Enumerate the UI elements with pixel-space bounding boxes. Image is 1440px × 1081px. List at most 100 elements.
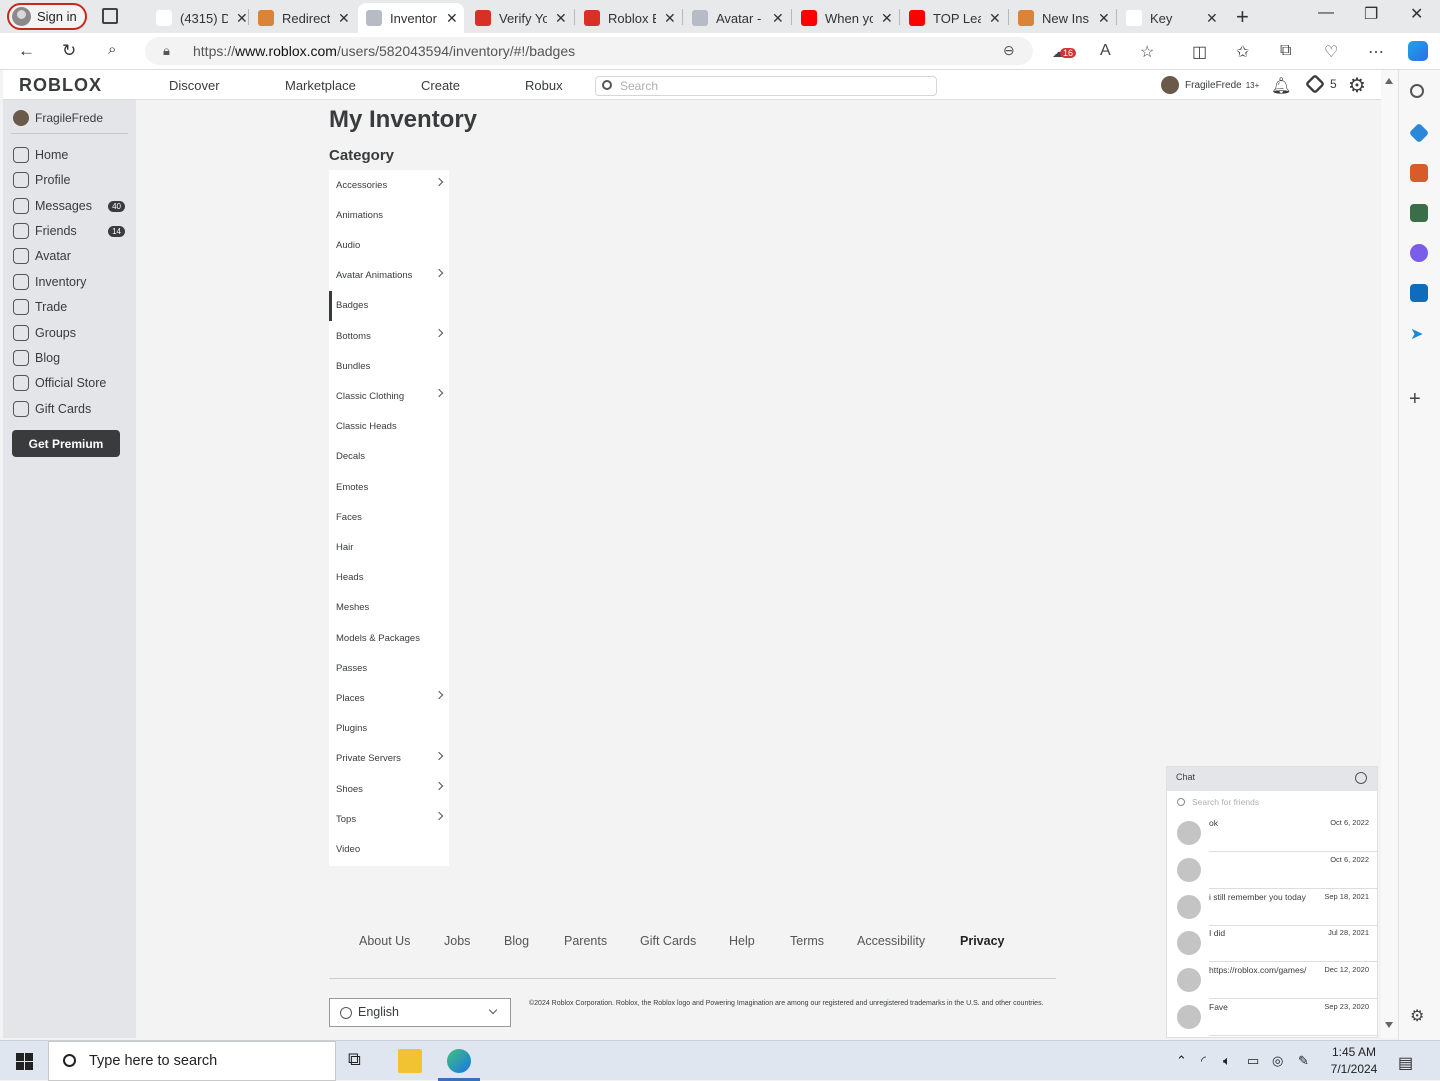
footer-link-accessibility[interactable]: Accessibility bbox=[857, 934, 925, 948]
nav-create[interactable]: Create bbox=[421, 78, 460, 93]
category-item[interactable]: Plugins bbox=[329, 714, 449, 744]
close-tab-icon[interactable]: ✕ bbox=[338, 10, 350, 27]
search-icon[interactable]: ⌕ bbox=[108, 41, 116, 58]
microsoft-365-icon[interactable] bbox=[1410, 244, 1428, 262]
read-aloud-icon[interactable]: A bbox=[1100, 42, 1111, 60]
category-item[interactable]: Audio bbox=[329, 230, 449, 260]
tools-briefcase-icon[interactable] bbox=[1410, 164, 1428, 182]
profile-signin-button[interactable]: Sign in bbox=[7, 3, 87, 30]
browser-tab[interactable]: (4315) D ✕ bbox=[148, 3, 254, 33]
category-item[interactable]: Passes bbox=[329, 653, 449, 683]
edge-browser-icon[interactable] bbox=[447, 1049, 471, 1073]
task-view-icon[interactable]: ⧉ bbox=[348, 1049, 372, 1073]
taskbar-search-input[interactable]: Type here to search bbox=[48, 1041, 336, 1081]
category-item[interactable]: Faces bbox=[329, 502, 449, 532]
games-icon[interactable] bbox=[1410, 204, 1428, 222]
sidebar-item-avatar[interactable]: Avatar bbox=[13, 248, 125, 264]
pen-icon[interactable]: ✎ bbox=[1298, 1053, 1309, 1069]
sidebar-item-home[interactable]: Home bbox=[13, 147, 125, 163]
clock[interactable]: 1:45 AM 7/1/2024 bbox=[1328, 1044, 1380, 1078]
browser-tab[interactable]: Inventor ✕ bbox=[358, 3, 464, 33]
favorites-icon[interactable]: ✩ bbox=[1236, 42, 1249, 62]
scroll-up-icon[interactable] bbox=[1385, 78, 1393, 84]
notifications-icon[interactable]: ▤ bbox=[1398, 1053, 1413, 1073]
category-item[interactable]: Heads bbox=[329, 563, 449, 593]
footer-link-parents[interactable]: Parents bbox=[564, 934, 607, 948]
sidebar-item-blog[interactable]: Blog bbox=[13, 350, 125, 366]
volume-icon[interactable]: 🔈︎ bbox=[1223, 1053, 1231, 1069]
split-screen-icon[interactable]: ◫ bbox=[1192, 42, 1207, 62]
category-item[interactable]: Classic Clothing bbox=[329, 381, 449, 411]
browser-tab[interactable]: When yo ✕ bbox=[793, 3, 899, 33]
send-icon[interactable]: ➤ bbox=[1410, 324, 1428, 343]
restore-button[interactable]: ❐ bbox=[1364, 4, 1378, 24]
category-item[interactable]: Bundles bbox=[329, 351, 449, 381]
page-scrollbar[interactable] bbox=[1381, 70, 1398, 1038]
refresh-icon[interactable]: ↻ bbox=[62, 41, 76, 61]
footer-link-blog[interactable]: Blog bbox=[504, 934, 529, 948]
network-icon[interactable]: ◜ bbox=[1201, 1053, 1206, 1069]
new-tab-button[interactable]: + bbox=[1236, 4, 1249, 30]
category-item[interactable]: Badges bbox=[329, 290, 449, 321]
close-window-button[interactable]: ✕ bbox=[1410, 4, 1423, 24]
nav-robux[interactable]: Robux bbox=[525, 78, 563, 93]
browser-essentials-icon[interactable]: ♡ bbox=[1324, 42, 1338, 62]
chat-settings-icon[interactable] bbox=[1355, 772, 1367, 784]
chat-search-input[interactable]: Search for friends bbox=[1177, 797, 1259, 807]
minimize-button[interactable]: — bbox=[1318, 4, 1334, 22]
sidebar-item-official-store[interactable]: Official Store bbox=[13, 375, 125, 391]
sidebar-item-friends[interactable]: Friends 14 bbox=[13, 223, 125, 239]
category-item[interactable]: Tops bbox=[329, 804, 449, 834]
scroll-down-icon[interactable] bbox=[1385, 1022, 1393, 1028]
category-item[interactable]: Video bbox=[329, 834, 449, 864]
robux-button[interactable]: 5 bbox=[1304, 73, 1337, 95]
close-tab-icon[interactable]: ✕ bbox=[446, 10, 458, 27]
sidebar-search-icon[interactable] bbox=[1410, 84, 1424, 98]
chat-conversation[interactable]: I did Jul 28, 2021 bbox=[1167, 925, 1377, 963]
close-tab-icon[interactable]: ✕ bbox=[555, 10, 567, 27]
chat-conversation[interactable]: Oct 6, 2022 bbox=[1167, 852, 1377, 889]
category-item[interactable]: Models & Packages bbox=[329, 623, 449, 653]
browser-tab[interactable]: New Ins ✕ bbox=[1010, 3, 1116, 33]
close-tab-icon[interactable]: ✕ bbox=[881, 10, 893, 27]
footer-link-gift-cards[interactable]: Gift Cards bbox=[640, 934, 696, 948]
close-tab-icon[interactable]: ✕ bbox=[772, 10, 784, 27]
close-tab-icon[interactable]: ✕ bbox=[1098, 10, 1110, 27]
language-select[interactable]: English bbox=[329, 998, 511, 1027]
get-premium-button[interactable]: Get Premium bbox=[12, 430, 120, 457]
chat-conversation[interactable]: i still remember you today Sep 18, 2021 bbox=[1167, 889, 1377, 926]
category-item[interactable]: Emotes bbox=[329, 472, 449, 502]
sidebar-item-messages[interactable]: Messages 40 bbox=[13, 198, 125, 214]
footer-link-privacy[interactable]: Privacy bbox=[960, 934, 1004, 948]
sidebar-item-trade[interactable]: Trade bbox=[13, 299, 125, 315]
sidebar-item-inventory[interactable]: Inventory bbox=[13, 274, 125, 290]
category-item[interactable]: Animations bbox=[329, 200, 449, 230]
category-item[interactable]: Private Servers bbox=[329, 744, 449, 774]
search-input[interactable]: Search bbox=[595, 76, 937, 96]
category-item[interactable]: Decals bbox=[329, 442, 449, 472]
nav-discover[interactable]: Discover bbox=[169, 78, 220, 93]
footer-link-terms[interactable]: Terms bbox=[790, 934, 824, 948]
close-tab-icon[interactable]: ✕ bbox=[989, 10, 1001, 27]
header-user[interactable]: FragileFrede 13+ bbox=[1161, 76, 1259, 94]
category-item[interactable]: Meshes bbox=[329, 593, 449, 623]
tab-actions-icon[interactable] bbox=[102, 8, 118, 24]
settings-gear-icon[interactable]: ⚙ bbox=[1348, 73, 1366, 98]
favorite-star-icon[interactable]: ☆ bbox=[1140, 42, 1154, 62]
show-hidden-icons-icon[interactable]: ⌃ bbox=[1176, 1053, 1187, 1069]
footer-link-help[interactable]: Help bbox=[729, 934, 755, 948]
category-item[interactable]: Shoes bbox=[329, 774, 449, 804]
sidebar-item-gift-cards[interactable]: Gift Cards bbox=[13, 401, 125, 417]
address-bar[interactable]: 🔒︎ https://www.roblox.com/users/58204359… bbox=[145, 37, 1033, 65]
close-tab-icon[interactable]: ✕ bbox=[1206, 10, 1218, 27]
collections-button-icon[interactable]: ⧉ bbox=[1280, 42, 1291, 60]
sidebar-item-profile[interactable]: Profile bbox=[13, 172, 125, 188]
category-item[interactable]: Hair bbox=[329, 532, 449, 562]
zoom-out-icon[interactable]: ⊖ bbox=[1003, 42, 1015, 59]
meet-now-icon[interactable]: ◎ bbox=[1272, 1053, 1283, 1069]
windows-start-icon[interactable] bbox=[16, 1053, 33, 1070]
browser-tab[interactable]: Roblox E ✕ bbox=[576, 3, 682, 33]
browser-tab[interactable]: Key ✕ bbox=[1118, 3, 1224, 33]
sidebar-settings-icon[interactable]: ⚙ bbox=[1410, 1006, 1424, 1026]
browser-tab[interactable]: Redirect ✕ bbox=[250, 3, 356, 33]
